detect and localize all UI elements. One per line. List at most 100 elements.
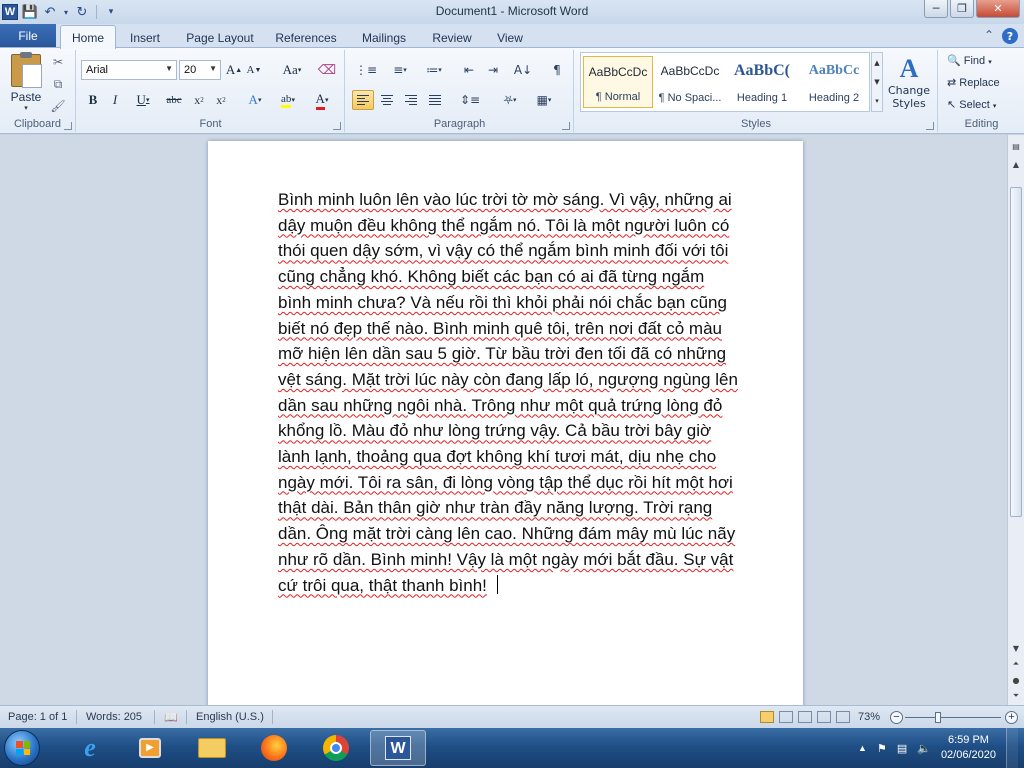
zoom-slider[interactable] — [905, 717, 1001, 718]
superscript-icon[interactable]: x2 — [211, 90, 231, 110]
paste-button[interactable]: Paste ▾ — [6, 52, 46, 112]
vertical-scrollbar[interactable]: ▤ ▲ ▼ ⏶ ● ⏷ — [1007, 135, 1024, 705]
underline-icon[interactable]: U ▾ — [129, 90, 157, 110]
change-case-icon[interactable]: Aa ▾ — [279, 60, 305, 80]
document-body[interactable]: Bình minh luôn lên vào lúc trời tờ mờ sá… — [278, 187, 738, 598]
select-button[interactable]: ↖ Select ▾ — [947, 98, 996, 111]
chrome-taskbar-button[interactable] — [308, 730, 364, 766]
save-icon[interactable]: 💾 — [22, 4, 38, 20]
minimize-button[interactable]: ─ — [924, 0, 948, 18]
paragraph-launcher-icon[interactable] — [562, 122, 570, 130]
volume-icon[interactable]: 🔈 — [917, 742, 931, 755]
print-layout-view-icon[interactable] — [760, 711, 774, 723]
gallery-more-icon[interactable]: ▾ — [875, 97, 879, 105]
internet-explorer-taskbar-button[interactable]: e — [62, 730, 118, 766]
cut-icon[interactable]: ✂ — [50, 54, 66, 70]
previous-page-icon[interactable]: ⏶ — [1009, 657, 1023, 671]
action-center-flag-icon[interactable]: ⚑ — [877, 742, 887, 755]
tab-mailings[interactable]: Mailings — [354, 27, 414, 48]
bold-icon[interactable]: B — [83, 90, 103, 110]
styles-launcher-icon[interactable] — [926, 122, 934, 130]
align-right-icon[interactable] — [400, 90, 422, 110]
shrink-font-icon[interactable]: A ▼ — [245, 60, 263, 80]
select-browse-object-icon[interactable]: ● — [1009, 673, 1023, 687]
firefox-taskbar-button[interactable] — [246, 730, 302, 766]
show-formatting-marks-icon[interactable]: ¶ — [546, 60, 568, 80]
minimize-ribbon-icon[interactable]: ⌃ — [984, 28, 994, 44]
style-no-spacing[interactable]: AaBbCcDc ¶ No Spaci... — [655, 56, 725, 108]
gallery-up-icon[interactable]: ▲ — [874, 59, 879, 67]
sort-icon[interactable]: A↓ — [512, 60, 534, 80]
subscript-icon[interactable]: x2 — [189, 90, 209, 110]
maximize-button[interactable]: ❐ — [950, 0, 974, 18]
line-spacing-icon[interactable]: ⇕≡ — [456, 90, 484, 110]
next-page-icon[interactable]: ⏷ — [1009, 689, 1023, 703]
file-explorer-taskbar-button[interactable] — [184, 730, 240, 766]
start-button[interactable] — [4, 730, 40, 766]
zoom-out-icon[interactable]: − — [890, 711, 903, 724]
file-tab[interactable]: File — [0, 24, 56, 47]
tab-insert[interactable]: Insert — [122, 27, 168, 48]
style-heading-2[interactable]: AaBbCc Heading 2 — [799, 56, 869, 108]
scroll-down-icon[interactable]: ▼ — [1009, 641, 1023, 655]
document-page[interactable]: Bình minh luôn lên vào lúc trời tờ mờ sá… — [208, 141, 803, 705]
show-hidden-icons-icon[interactable]: ▲ — [858, 743, 867, 753]
undo-icon[interactable]: ↶ — [42, 4, 58, 20]
customize-qat-icon[interactable]: ▾ — [103, 4, 119, 20]
page-count[interactable]: Page: 1 of 1 — [8, 711, 67, 723]
zoom-level[interactable]: 73% — [858, 711, 880, 723]
word-count[interactable]: Words: 205 — [86, 711, 142, 723]
tab-page-layout[interactable]: Page Layout — [180, 27, 260, 48]
tab-references[interactable]: References — [270, 27, 342, 48]
proofing-icon[interactable]: 📖 — [164, 711, 178, 724]
text-effects-icon[interactable]: A ▾ — [243, 90, 267, 110]
clipboard-launcher-icon[interactable] — [64, 122, 72, 130]
grow-font-icon[interactable]: A ▲ — [225, 60, 243, 80]
copy-icon[interactable]: ⧉ — [50, 76, 66, 92]
scroll-up-icon[interactable]: ▲ — [1009, 157, 1023, 171]
tab-review[interactable]: Review — [426, 27, 478, 48]
justify-icon[interactable] — [424, 90, 446, 110]
outline-view-icon[interactable] — [817, 711, 831, 723]
word-taskbar-button[interactable]: W — [370, 730, 426, 766]
borders-icon[interactable]: ▦ ▾ — [530, 90, 558, 110]
draft-view-icon[interactable] — [836, 711, 850, 723]
shading-icon[interactable]: ⛧ ▾ — [496, 90, 524, 110]
style-heading-1[interactable]: AaBbC( Heading 1 — [727, 56, 797, 108]
close-button[interactable]: ✕ — [976, 0, 1020, 18]
font-launcher-icon[interactable] — [333, 122, 341, 130]
ruler-toggle-icon[interactable]: ▤ — [1009, 139, 1023, 153]
decrease-indent-icon[interactable]: ⇤ — [458, 60, 480, 80]
word-app-icon[interactable]: W — [2, 4, 18, 20]
multilevel-list-icon[interactable]: ≔ ▾ — [420, 60, 448, 80]
network-icon[interactable]: ▤ — [897, 742, 907, 755]
scroll-thumb[interactable] — [1010, 187, 1022, 517]
change-styles-button[interactable]: A Change Styles — [885, 54, 933, 110]
web-layout-icon[interactable] — [798, 711, 812, 723]
numbering-icon[interactable]: ≡ ▾ — [386, 60, 414, 80]
tab-home[interactable]: Home — [60, 25, 116, 49]
clock[interactable]: 6:59 PM 02/06/2020 — [941, 733, 996, 763]
media-player-taskbar-button[interactable]: ▶ — [122, 730, 178, 766]
replace-button[interactable]: ⇄ Replace — [947, 76, 1000, 89]
zoom-slider-thumb[interactable] — [935, 712, 941, 723]
redo-icon[interactable]: ↻ — [74, 4, 90, 20]
increase-indent-icon[interactable]: ⇥ — [482, 60, 504, 80]
tab-view[interactable]: View — [490, 27, 530, 48]
font-size-combo[interactable]: 20 ▼ — [179, 60, 221, 80]
font-color-icon[interactable]: A ▾ — [309, 90, 335, 110]
align-left-icon[interactable] — [352, 90, 374, 110]
zoom-in-icon[interactable]: + — [1005, 711, 1018, 724]
style-normal[interactable]: AaBbCcDc ¶ Normal — [583, 56, 653, 108]
strikethrough-icon[interactable]: abc — [163, 90, 185, 110]
gallery-down-icon[interactable]: ▼ — [874, 78, 879, 86]
language-indicator[interactable]: English (U.S.) — [196, 711, 264, 723]
highlight-color-icon[interactable]: ab ▾ — [273, 90, 303, 110]
format-painter-icon[interactable]: 🖌 — [50, 98, 66, 114]
undo-dropdown-icon[interactable]: ▾ — [62, 4, 70, 20]
full-screen-reading-icon[interactable] — [779, 711, 793, 723]
help-icon[interactable]: ? — [1002, 28, 1018, 44]
styles-gallery-scroll[interactable]: ▲ ▼ ▾ — [871, 52, 883, 112]
show-desktop-button[interactable] — [1006, 728, 1018, 768]
find-button[interactable]: 🔍 Find ▾ — [947, 54, 992, 67]
